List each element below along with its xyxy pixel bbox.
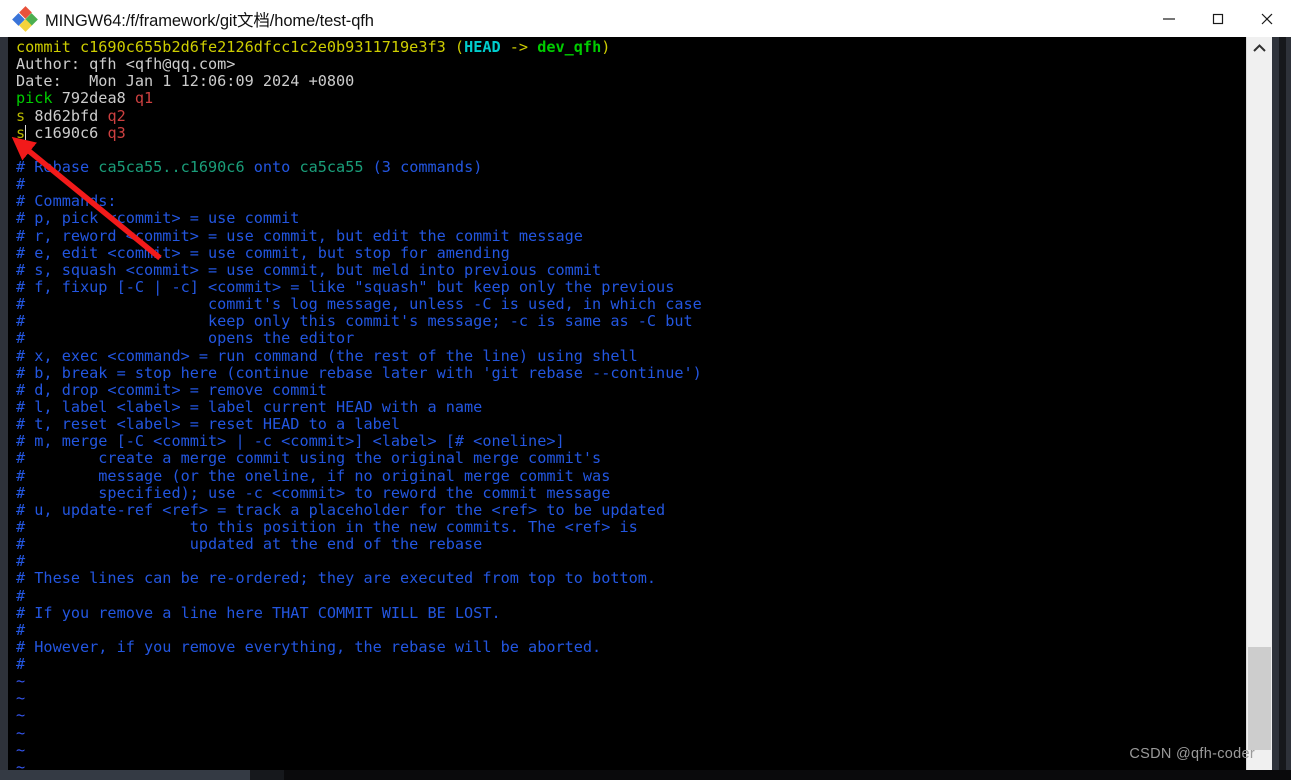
taskbar-separator xyxy=(250,770,284,780)
terminal-line-hash-5: # xyxy=(16,655,26,674)
terminal-line-todo-s-q2: s 8d62bfd q2 xyxy=(16,106,126,125)
terminal-line-tilde-1: ~ xyxy=(16,672,26,691)
terminal-line-cmd-edit: # e, edit <commit> = use commit, but sto… xyxy=(16,243,510,262)
terminal-line-note-reorder: # These lines can be re-ordered; they ar… xyxy=(16,569,657,588)
screen: MINGW64:/f/framework/git文档/home/test-qfh… xyxy=(0,0,1291,780)
window-right-shadow xyxy=(1279,37,1286,780)
terminal-line-cmd-update-ref-2: # to this position in the new commits. T… xyxy=(16,517,638,536)
taskbar-left-panel xyxy=(0,770,250,780)
terminal-line-commit-line: commit c1690c655b2d6fe2126dfcc1c2e0b9311… xyxy=(16,38,611,56)
terminal-line-cmd-update-ref: # u, update-ref <ref> = track a placehol… xyxy=(16,500,666,519)
terminal-line-tilde-2: ~ xyxy=(16,689,26,708)
terminal-line-todo-s-q3: s c1690c6 q3 xyxy=(16,123,126,142)
mintty-terminal-window: MINGW64:/f/framework/git文档/home/test-qfh… xyxy=(0,0,1291,780)
terminal-line-cmd-drop: # d, drop <commit> = remove commit xyxy=(16,380,327,399)
terminal-line-cmd-reword: # r, reword <commit> = use commit, but e… xyxy=(16,226,583,245)
terminal-screen[interactable]: commit c1690c655b2d6fe2126dfcc1c2e0b9311… xyxy=(8,37,1265,772)
scrollbar-thumb[interactable] xyxy=(1248,647,1271,750)
terminal-line-cmd-update-ref-3: # updated at the end of the rebase xyxy=(16,535,483,554)
window-titlebar[interactable]: MINGW64:/f/framework/git文档/home/test-qfh xyxy=(0,0,1291,37)
mintty-diamond-icon xyxy=(12,5,38,32)
terminal-line-blank-1 xyxy=(16,142,1265,159)
terminal-line-cmd-merge: # m, merge [-C <commit> | -c <commit>] <… xyxy=(16,432,565,451)
terminal-line-tilde-5: ~ xyxy=(16,740,26,759)
window-controls xyxy=(1144,0,1291,37)
terminal-line-cmd-break: # b, break = stop here (continue rebase … xyxy=(16,363,702,382)
csdn-watermark: CSDN @qfh-coder xyxy=(1129,746,1255,762)
minimize-button[interactable] xyxy=(1144,0,1193,37)
terminal-line-cmd-pick: # p, pick <commit> = use commit xyxy=(16,209,300,228)
terminal-line-hash-2: # xyxy=(16,552,26,571)
terminal-line-cmd-label: # l, label <label> = label current HEAD … xyxy=(16,397,483,416)
terminal-line-cmd-merge-2: # create a merge commit using the origin… xyxy=(16,449,602,468)
terminal-lines: commit c1690c655b2d6fe2126dfcc1c2e0b9311… xyxy=(8,38,1265,772)
terminal-line-cmd-exec: # x, exec <command> = run command (the r… xyxy=(16,346,638,365)
terminal-area: commit c1690c655b2d6fe2126dfcc1c2e0b9311… xyxy=(0,37,1291,772)
terminal-line-cmd-fixup: # f, fixup [-C | -c] <commit> = like "sq… xyxy=(16,277,675,296)
terminal-line-commands-title: # Commands: xyxy=(16,192,117,211)
terminal-line-date-line: Date: Mon Jan 1 12:06:09 2024 +0800 xyxy=(16,72,355,91)
terminal-line-hash-3: # xyxy=(16,586,26,605)
terminal-line-rebase-header: # Rebase ca5ca55..c1690c6 onto ca5ca55 (… xyxy=(16,157,483,176)
close-button[interactable] xyxy=(1242,0,1291,37)
terminal-line-note-remove-all: # However, if you remove everything, the… xyxy=(16,637,602,656)
terminal-line-author-line: Author: qfh <qfh@qq.com> xyxy=(16,55,236,74)
terminal-line-cmd-merge-3: # message (or the oneline, if no origina… xyxy=(16,466,611,485)
terminal-line-cmd-squash: # s, squash <commit> = use commit, but m… xyxy=(16,260,602,279)
terminal-line-cmd-merge-4: # specified); use -c <commit> to reword … xyxy=(16,483,611,502)
terminal-line-tilde-4: ~ xyxy=(16,723,26,742)
terminal-line-hash-1: # xyxy=(16,175,26,194)
terminal-line-hash-4: # xyxy=(16,620,26,639)
terminal-line-note-remove-line: # If you remove a line here THAT COMMIT … xyxy=(16,603,501,622)
terminal-line-tilde-3: ~ xyxy=(16,706,26,725)
terminal-line-cmd-fixup-3: # keep only this commit's message; -c is… xyxy=(16,312,693,331)
terminal-line-cmd-reset: # t, reset <label> = reset HEAD to a lab… xyxy=(16,415,401,434)
scroll-up-arrow-icon[interactable] xyxy=(1247,37,1272,59)
terminal-line-cmd-fixup-2: # commit's log message, unless -C is use… xyxy=(16,295,702,314)
window-title: MINGW64:/f/framework/git文档/home/test-qfh xyxy=(45,11,374,30)
terminal-line-cmd-fixup-4: # opens the editor xyxy=(16,329,355,348)
terminal-line-todo-pick-q1: pick 792dea8 q1 xyxy=(16,89,154,108)
maximize-button[interactable] xyxy=(1193,0,1242,37)
terminal-scrollbar[interactable] xyxy=(1246,37,1272,772)
